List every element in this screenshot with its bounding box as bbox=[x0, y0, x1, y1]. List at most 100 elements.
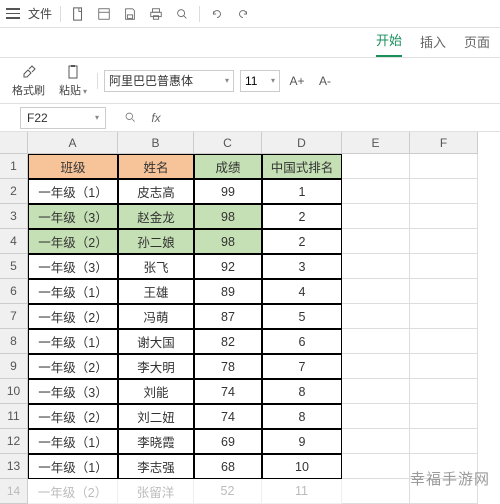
row-header[interactable]: 12 bbox=[0, 429, 28, 454]
row-header[interactable]: 13 bbox=[0, 454, 28, 479]
empty-cell[interactable] bbox=[342, 404, 410, 429]
data-cell[interactable]: 5 bbox=[262, 304, 342, 329]
data-cell[interactable]: 刘二妞 bbox=[118, 404, 194, 429]
data-cell[interactable]: 一年级（1） bbox=[28, 329, 118, 354]
data-cell[interactable]: 一年级（1） bbox=[28, 179, 118, 204]
preview-icon[interactable] bbox=[173, 5, 191, 23]
data-cell[interactable]: 89 bbox=[194, 279, 262, 304]
empty-cell[interactable] bbox=[342, 379, 410, 404]
data-cell[interactable]: 82 bbox=[194, 329, 262, 354]
row-header[interactable]: 11 bbox=[0, 404, 28, 429]
data-cell[interactable]: 谢大国 bbox=[118, 329, 194, 354]
data-cell[interactable]: 刘能 bbox=[118, 379, 194, 404]
paste-button[interactable]: 粘贴▾ bbox=[55, 61, 91, 100]
row-header[interactable]: 7 bbox=[0, 304, 28, 329]
data-cell[interactable]: 74 bbox=[194, 404, 262, 429]
empty-cell[interactable] bbox=[410, 429, 478, 454]
empty-cell[interactable] bbox=[410, 329, 478, 354]
header-cell-name[interactable]: 姓名 bbox=[118, 154, 194, 179]
empty-cell[interactable] bbox=[410, 404, 478, 429]
tab-insert[interactable]: 插入 bbox=[420, 32, 446, 57]
data-cell[interactable]: 李大明 bbox=[118, 354, 194, 379]
data-cell[interactable]: 张留洋 bbox=[118, 479, 194, 504]
empty-cell[interactable] bbox=[342, 429, 410, 454]
column-header[interactable]: F bbox=[410, 132, 478, 154]
data-cell[interactable]: 冯萌 bbox=[118, 304, 194, 329]
row-header[interactable]: 2 bbox=[0, 179, 28, 204]
data-cell[interactable]: 74 bbox=[194, 379, 262, 404]
empty-cell[interactable] bbox=[342, 154, 410, 179]
header-cell-class[interactable]: 班级 bbox=[28, 154, 118, 179]
increase-font-button[interactable]: A+ bbox=[286, 70, 308, 92]
data-cell[interactable]: 10 bbox=[262, 454, 342, 479]
row-header[interactable]: 14 bbox=[0, 479, 28, 504]
data-cell[interactable]: 2 bbox=[262, 229, 342, 254]
empty-cell[interactable] bbox=[342, 279, 410, 304]
redo-icon[interactable] bbox=[234, 5, 252, 23]
column-header[interactable]: E bbox=[342, 132, 410, 154]
column-header[interactable]: A bbox=[28, 132, 118, 154]
data-cell[interactable]: 11 bbox=[262, 479, 342, 504]
empty-cell[interactable] bbox=[342, 204, 410, 229]
font-family-select[interactable]: 阿里巴巴普惠体 ▾ bbox=[104, 70, 234, 92]
empty-cell[interactable] bbox=[410, 229, 478, 254]
data-cell[interactable]: 99 bbox=[194, 179, 262, 204]
row-header[interactable]: 8 bbox=[0, 329, 28, 354]
data-cell[interactable]: 一年级（3） bbox=[28, 254, 118, 279]
empty-cell[interactable] bbox=[410, 354, 478, 379]
data-cell[interactable]: 9 bbox=[262, 429, 342, 454]
data-cell[interactable]: 一年级（2） bbox=[28, 404, 118, 429]
save-icon[interactable] bbox=[121, 5, 139, 23]
row-header[interactable]: 4 bbox=[0, 229, 28, 254]
data-cell[interactable]: 92 bbox=[194, 254, 262, 279]
data-cell[interactable]: 52 bbox=[194, 479, 262, 504]
header-cell-score[interactable]: 成绩 bbox=[194, 154, 262, 179]
data-cell[interactable]: 皮志高 bbox=[118, 179, 194, 204]
empty-cell[interactable] bbox=[410, 279, 478, 304]
data-cell[interactable]: 8 bbox=[262, 379, 342, 404]
menu-icon[interactable] bbox=[6, 7, 20, 21]
empty-cell[interactable] bbox=[342, 229, 410, 254]
data-cell[interactable]: 69 bbox=[194, 429, 262, 454]
empty-cell[interactable] bbox=[410, 179, 478, 204]
data-cell[interactable]: 一年级（1） bbox=[28, 279, 118, 304]
empty-cell[interactable] bbox=[342, 254, 410, 279]
empty-cell[interactable] bbox=[342, 329, 410, 354]
data-cell[interactable]: 一年级（2） bbox=[28, 229, 118, 254]
undo-icon[interactable] bbox=[208, 5, 226, 23]
data-cell[interactable]: 张飞 bbox=[118, 254, 194, 279]
data-cell[interactable]: 赵金龙 bbox=[118, 204, 194, 229]
fx-search-icon[interactable] bbox=[120, 108, 140, 128]
data-cell[interactable]: 4 bbox=[262, 279, 342, 304]
empty-cell[interactable] bbox=[342, 479, 410, 504]
data-cell[interactable]: 李志强 bbox=[118, 454, 194, 479]
name-box[interactable]: F22 ▾ bbox=[20, 107, 106, 129]
open-icon[interactable] bbox=[95, 5, 113, 23]
column-header[interactable]: B bbox=[118, 132, 194, 154]
file-menu[interactable]: 文件 bbox=[28, 5, 52, 22]
empty-cell[interactable] bbox=[410, 479, 478, 504]
empty-cell[interactable] bbox=[410, 454, 478, 479]
tab-page[interactable]: 页面 bbox=[464, 32, 490, 57]
data-cell[interactable]: 一年级（2） bbox=[28, 304, 118, 329]
data-cell[interactable]: 2 bbox=[262, 204, 342, 229]
empty-cell[interactable] bbox=[410, 379, 478, 404]
data-cell[interactable]: 3 bbox=[262, 254, 342, 279]
data-cell[interactable]: 98 bbox=[194, 229, 262, 254]
empty-cell[interactable] bbox=[342, 304, 410, 329]
empty-cell[interactable] bbox=[342, 179, 410, 204]
format-painter-button[interactable]: 格式刷 bbox=[8, 61, 49, 100]
data-cell[interactable]: 一年级（2） bbox=[28, 479, 118, 504]
tab-start[interactable]: 开始 bbox=[376, 30, 402, 57]
empty-cell[interactable] bbox=[410, 204, 478, 229]
data-cell[interactable]: 68 bbox=[194, 454, 262, 479]
new-icon[interactable] bbox=[69, 5, 87, 23]
data-cell[interactable]: 一年级（3） bbox=[28, 379, 118, 404]
data-cell[interactable]: 王雄 bbox=[118, 279, 194, 304]
row-header[interactable]: 5 bbox=[0, 254, 28, 279]
data-cell[interactable]: 7 bbox=[262, 354, 342, 379]
decrease-font-button[interactable]: A- bbox=[314, 70, 336, 92]
spreadsheet-grid[interactable]: A B C D E F 1 班级 姓名 成绩 中国式排名 2一年级（1）皮志高9… bbox=[0, 132, 500, 504]
data-cell[interactable]: 8 bbox=[262, 404, 342, 429]
print-icon[interactable] bbox=[147, 5, 165, 23]
